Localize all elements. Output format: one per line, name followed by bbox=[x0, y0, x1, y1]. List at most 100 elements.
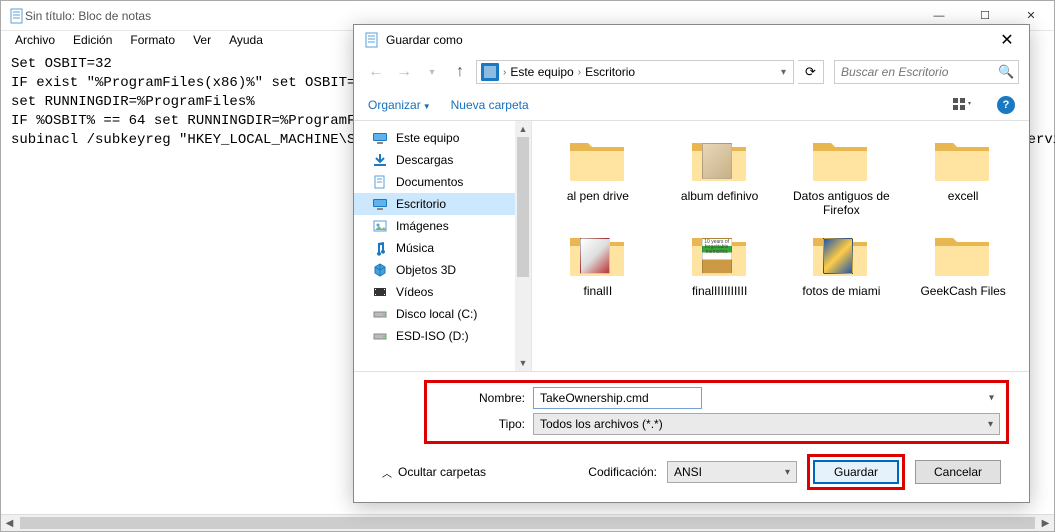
sidebar-item-label: Este equipo bbox=[396, 131, 459, 145]
search-box[interactable]: 🔍 bbox=[834, 60, 1019, 84]
filename-label: Nombre: bbox=[433, 391, 533, 405]
sidebar-scroll-thumb[interactable] bbox=[517, 137, 529, 277]
nav-back-button[interactable]: ← bbox=[364, 60, 388, 84]
chevron-down-icon[interactable]: ▾ bbox=[778, 67, 789, 78]
sidebar-item-computer[interactable]: Este equipo bbox=[354, 127, 531, 149]
sidebar-item-label: Música bbox=[396, 241, 434, 255]
filetype-combo[interactable]: Todos los archivos (*.*) ▾ bbox=[533, 413, 1000, 435]
sidebar-item-downloads[interactable]: Descargas bbox=[354, 149, 531, 171]
folder-item[interactable]: 10 years of forgettable memories finalIII… bbox=[662, 228, 778, 298]
sidebar-item-label: Descargas bbox=[396, 153, 453, 167]
sidebar-item-label: Objetos 3D bbox=[396, 263, 456, 277]
scroll-right-icon[interactable]: ▶ bbox=[1037, 515, 1054, 532]
view-options-button[interactable] bbox=[949, 94, 977, 116]
breadcrumb-root[interactable]: Este equipo bbox=[510, 65, 573, 79]
scroll-up-icon[interactable]: ▲ bbox=[515, 121, 531, 137]
computer-icon bbox=[372, 130, 388, 146]
videos-icon bbox=[372, 284, 388, 300]
objects3d-icon bbox=[372, 262, 388, 278]
menu-edicion[interactable]: Edición bbox=[65, 31, 120, 51]
nav-up-button[interactable]: ↑ bbox=[448, 60, 472, 84]
encoding-value: ANSI bbox=[674, 465, 702, 479]
dialog-toolbar: Organizar▼ Nueva carpeta ? bbox=[354, 89, 1029, 121]
dialog-icon bbox=[364, 32, 380, 48]
folder-icon bbox=[688, 133, 752, 185]
folder-item[interactable]: finalII bbox=[540, 228, 656, 298]
filename-input[interactable] bbox=[533, 387, 702, 409]
encoding-label: Codificación: bbox=[588, 465, 657, 479]
sidebar-scrollbar[interactable]: ▲ ▼ bbox=[515, 121, 531, 371]
folder-thumbnail bbox=[580, 238, 610, 274]
folder-item[interactable]: fotos de miami bbox=[784, 228, 900, 298]
new-folder-button[interactable]: Nueva carpeta bbox=[451, 98, 529, 112]
horizontal-scrollbar[interactable]: ◀ ▶ bbox=[1, 514, 1054, 531]
breadcrumb[interactable]: › Este equipo › Escritorio ▾ bbox=[476, 60, 794, 84]
scroll-thumb[interactable] bbox=[20, 517, 1035, 529]
sidebar-item-drive[interactable]: ESD-ISO (D:) bbox=[354, 325, 531, 347]
sidebar-item-documents[interactable]: Documentos bbox=[354, 171, 531, 193]
sidebar-item-images[interactable]: Imágenes bbox=[354, 215, 531, 237]
save-button[interactable]: Guardar bbox=[813, 460, 899, 484]
save-as-dialog: Guardar como ✕ ← → ▾ ↑ › Este equipo › E… bbox=[353, 24, 1030, 503]
folder-icon bbox=[566, 133, 630, 185]
computer-icon bbox=[481, 63, 499, 81]
chevron-down-icon: ▼ bbox=[423, 102, 431, 111]
dialog-close-button[interactable]: ✕ bbox=[985, 25, 1029, 55]
sidebar-item-desktop[interactable]: Escritorio bbox=[354, 193, 531, 215]
chevron-down-icon: ▾ bbox=[785, 467, 790, 478]
folder-icon bbox=[809, 228, 873, 280]
drive-icon bbox=[372, 306, 388, 322]
folder-icon bbox=[931, 228, 995, 280]
folder-thumbnail bbox=[702, 143, 732, 179]
folder-icon bbox=[809, 133, 873, 185]
folder-label: al pen drive bbox=[567, 189, 629, 203]
dialog-titlebar: Guardar como ✕ bbox=[354, 25, 1029, 55]
folder-thumbnail: 10 years of forgettable memories bbox=[702, 238, 732, 274]
menu-archivo[interactable]: Archivo bbox=[7, 31, 63, 51]
sidebar-item-drive[interactable]: Disco local (C:) bbox=[354, 303, 531, 325]
refresh-button[interactable]: ⟳ bbox=[798, 60, 824, 84]
nav-forward-button[interactable]: → bbox=[392, 60, 416, 84]
menu-formato[interactable]: Formato bbox=[122, 31, 183, 51]
sidebar-item-objects3d[interactable]: Objetos 3D bbox=[354, 259, 531, 281]
folder-label: excell bbox=[948, 189, 979, 203]
sidebar-item-videos[interactable]: Vídeos bbox=[354, 281, 531, 303]
dialog-bottom: Nombre: ▾ Tipo: Todos los archivos (*.*)… bbox=[354, 371, 1029, 502]
images-icon bbox=[372, 218, 388, 234]
folder-label: album definivo bbox=[681, 189, 758, 203]
breadcrumb-folder[interactable]: Escritorio bbox=[585, 65, 635, 79]
folder-content[interactable]: al pen drive album definivo Datos antiguos… bbox=[532, 121, 1029, 371]
folder-label: finalIIIIIIIIII bbox=[692, 284, 747, 298]
encoding-combo[interactable]: ANSI ▾ bbox=[667, 461, 797, 483]
dialog-main: Este equipo Descargas Documentos Escritorio… bbox=[354, 121, 1029, 371]
filetype-value: Todos los archivos (*.*) bbox=[540, 417, 663, 431]
scroll-left-icon[interactable]: ◀ bbox=[1, 515, 18, 532]
sidebar-item-label: Vídeos bbox=[396, 285, 433, 299]
sidebar: Este equipo Descargas Documentos Escritorio… bbox=[354, 121, 532, 371]
scroll-down-icon[interactable]: ▼ bbox=[515, 355, 531, 371]
folder-label: finalII bbox=[584, 284, 613, 298]
folder-item[interactable]: GeekCash Files bbox=[905, 228, 1021, 298]
cancel-button[interactable]: Cancelar bbox=[915, 460, 1001, 484]
chevron-down-icon: ▾ bbox=[988, 419, 993, 430]
folder-icon bbox=[931, 133, 995, 185]
menu-ayuda[interactable]: Ayuda bbox=[221, 31, 271, 51]
filetype-label: Tipo: bbox=[433, 417, 533, 431]
search-input[interactable] bbox=[841, 65, 998, 79]
folder-item[interactable]: excell bbox=[905, 133, 1021, 218]
organize-button[interactable]: Organizar▼ bbox=[368, 98, 431, 112]
folder-item[interactable]: al pen drive bbox=[540, 133, 656, 218]
nav-recent-button[interactable]: ▾ bbox=[420, 60, 444, 84]
chevron-down-icon[interactable]: ▾ bbox=[989, 393, 994, 404]
help-button[interactable]: ? bbox=[997, 96, 1015, 114]
sidebar-item-label: Imágenes bbox=[396, 219, 449, 233]
chevron-right-icon: › bbox=[578, 67, 581, 78]
folder-item[interactable]: album definivo bbox=[662, 133, 778, 218]
folder-label: GeekCash Files bbox=[920, 284, 1005, 298]
menu-ver[interactable]: Ver bbox=[185, 31, 219, 51]
sidebar-item-label: Documentos bbox=[396, 175, 463, 189]
notepad-icon bbox=[9, 8, 25, 24]
sidebar-item-music[interactable]: Música bbox=[354, 237, 531, 259]
hide-folders-button[interactable]: ︿ Ocultar carpetas bbox=[382, 465, 486, 480]
folder-item[interactable]: Datos antiguos de Firefox bbox=[784, 133, 900, 218]
